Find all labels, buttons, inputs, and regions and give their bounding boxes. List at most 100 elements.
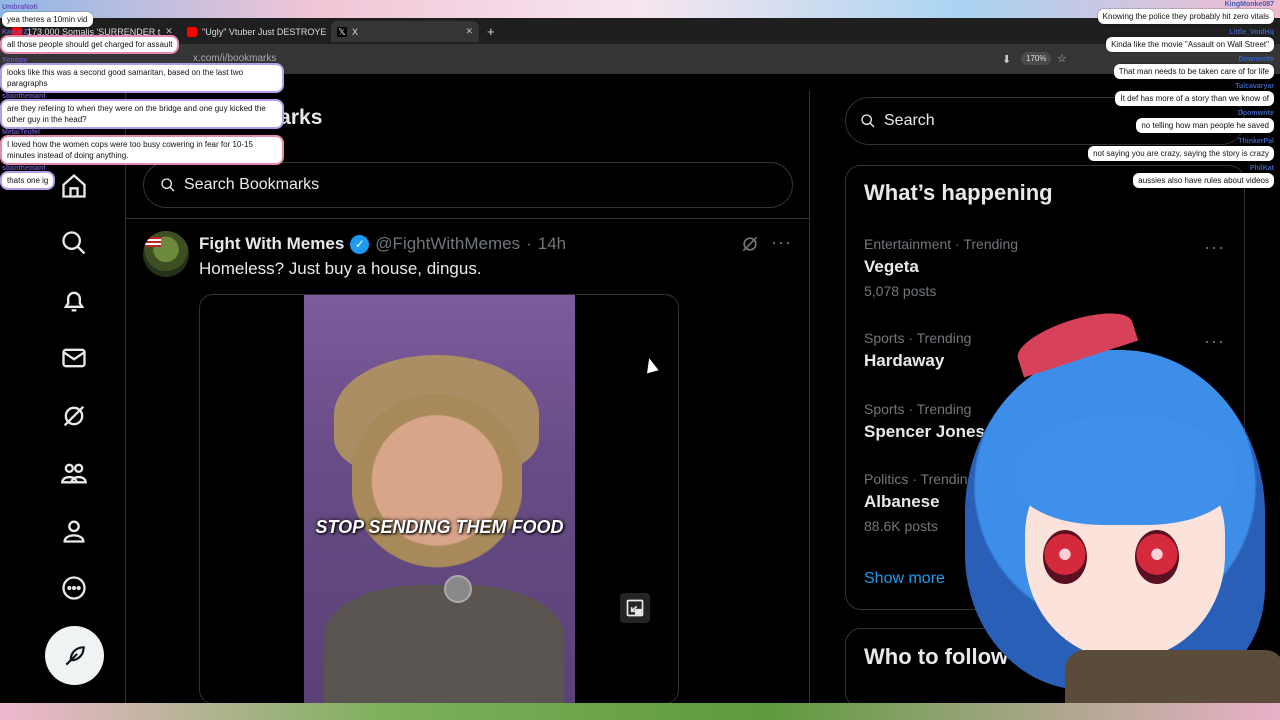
trend-category: Entertainment · Trending xyxy=(864,236,1019,252)
chat-message: sbanthemant thats one ig xyxy=(2,164,54,188)
trend-count: 5,078 posts xyxy=(864,283,937,299)
communities-icon[interactable] xyxy=(58,457,90,489)
tab-x[interactable]: 𝕏 X ✕ xyxy=(331,21,479,42)
video-figure-face xyxy=(352,365,522,575)
zoom-indicator[interactable]: 170% xyxy=(1021,52,1052,65)
home-icon[interactable] xyxy=(58,170,90,202)
chat-message: Doomwrite no telling how man people he s… xyxy=(1136,109,1274,133)
x-logo-icon: 𝕏 xyxy=(337,26,347,37)
chat-text: It def has more of a story than we know … xyxy=(1115,91,1274,106)
search-bookmarks-input[interactable]: Search Bookmarks xyxy=(143,162,793,208)
vtuber-eye-right xyxy=(1135,530,1179,584)
tab-label: X xyxy=(352,26,359,37)
chat-username: sbanthemant xyxy=(2,93,46,100)
chat-username: KaiserZ xyxy=(2,29,28,36)
author-name[interactable]: Fight With Memes xyxy=(199,234,344,254)
chat-message: Little_VoidHq Kinda like the movie "Assa… xyxy=(1106,28,1274,52)
flag-graphic xyxy=(145,237,161,247)
chat-text: not saying you are crazy, saying the sto… xyxy=(1088,146,1274,161)
vtuber-avatar-overlay xyxy=(955,302,1280,710)
chat-message: sbanthemant are they refering to when th… xyxy=(2,92,282,127)
author-avatar[interactable] xyxy=(143,231,189,277)
trend-name: Vegeta xyxy=(864,257,919,276)
divider xyxy=(125,218,809,219)
install-icon[interactable]: ⬇ xyxy=(1002,53,1011,66)
notifications-bell-icon[interactable] xyxy=(58,285,90,317)
chat-username: ThinkerPal xyxy=(1238,138,1274,145)
search-bookmarks-placeholder: Search Bookmarks xyxy=(184,176,320,193)
close-icon[interactable]: ✕ xyxy=(465,26,473,37)
grok-explain-icon[interactable] xyxy=(740,234,760,259)
chat-text: looks like this was a second good samari… xyxy=(2,65,282,91)
vtuber-fringe xyxy=(1015,415,1235,525)
chat-text: no telling how man people he saved xyxy=(1136,118,1274,133)
video-figure-body xyxy=(324,585,564,703)
author-handle[interactable]: @FightWithMemes xyxy=(375,234,520,254)
chat-username: Little_VoidHq xyxy=(1229,29,1274,36)
new-tab-button[interactable]: + xyxy=(487,24,495,39)
vtuber-body xyxy=(1065,650,1280,710)
post-time[interactable]: 14h xyxy=(538,234,566,254)
chat-username: MetalTeufel xyxy=(2,129,40,136)
messages-envelope-icon[interactable] xyxy=(58,342,90,374)
explore-search-icon[interactable] xyxy=(58,227,90,259)
tab-vtuber[interactable]: "Ugly" Vtuber Just DESTROYED ✕ xyxy=(181,21,327,42)
chat-message: KaiserZ all those people should get char… xyxy=(2,28,178,52)
post-text: Homeless? Just buy a house, dingus. xyxy=(199,259,482,278)
chat-text: Kinda like the movie "Assault on Wall St… xyxy=(1106,37,1274,52)
chat-username: UmbraNoti xyxy=(2,4,38,11)
chat-message: KingMonke087 Knowing the police they pro… xyxy=(1097,0,1274,24)
chat-text: thats one ig xyxy=(2,173,54,188)
chat-text: Knowing the police they probably hit zer… xyxy=(1097,9,1274,24)
chat-username: Tulcavaryar xyxy=(1235,83,1274,90)
vtuber-eye-left xyxy=(1043,530,1087,584)
trend-item[interactable]: Entertainment · Trending Vegeta 5,078 po… xyxy=(864,236,1018,299)
main-column-left-border xyxy=(125,90,126,703)
chat-message: Downwrite That man needs to be taken car… xyxy=(1113,55,1274,79)
post-video[interactable]: STOP SENDING THEM FOOD xyxy=(199,294,679,704)
chat-text: yea theres a 10min vid xyxy=(2,12,93,27)
chat-text: That man needs to be taken care of for l… xyxy=(1113,64,1274,79)
post-author-line: Fight With Memes ✓ @FightWithMemes · 14h xyxy=(199,234,566,254)
chat-text: I loved how the women cops were too busy… xyxy=(2,137,282,163)
chat-message: Tulcavaryar It def has more of a story t… xyxy=(1115,82,1274,106)
feather-icon xyxy=(65,645,85,665)
more-options-icon[interactable] xyxy=(58,572,90,604)
bookmark-star-icon[interactable]: ☆ xyxy=(1057,52,1067,65)
chat-text: all those people should get charged for … xyxy=(2,37,178,52)
post-more-icon[interactable]: ··· xyxy=(771,232,792,253)
stream-frame-bottom xyxy=(0,703,1280,720)
chat-username: Doomwrite xyxy=(1237,110,1274,117)
main-column-right-border xyxy=(809,90,810,703)
post-separator: · xyxy=(526,234,532,253)
profile-icon[interactable] xyxy=(58,515,90,547)
search-icon xyxy=(861,114,875,128)
verified-badge-icon: ✓ xyxy=(350,234,370,254)
chat-username: PhilKat xyxy=(1249,165,1274,172)
trend-more-icon[interactable]: ··· xyxy=(1204,237,1225,258)
microphone-graphic xyxy=(444,575,472,603)
chat-message: MetalTeufel I loved how the women cops w… xyxy=(2,128,282,163)
chat-text: are they refering to when they were on t… xyxy=(2,101,282,127)
video-frame[interactable]: STOP SENDING THEM FOOD xyxy=(304,295,575,703)
chat-username: sbanthemant xyxy=(2,165,46,172)
chat-username: KingMonke087 xyxy=(1224,1,1274,8)
video-caption: STOP SENDING THEM FOOD xyxy=(315,517,564,537)
chat-message: UmbraNoti yea theres a 10min vid xyxy=(2,3,93,27)
picture-in-picture-icon[interactable] xyxy=(620,593,650,623)
stream-frame-top xyxy=(0,0,1280,18)
chat-username: Xenopy xyxy=(2,57,28,64)
chat-message: ThinkerPal not saying you are crazy, say… xyxy=(1088,137,1274,161)
youtube-icon xyxy=(187,26,197,37)
tab-label: "Ugly" Vtuber Just DESTROYED xyxy=(202,26,327,37)
grok-icon[interactable] xyxy=(58,400,90,432)
whats-happening-title: What’s happening xyxy=(864,180,1053,205)
chat-message: PhilKat aussies also have rules about vi… xyxy=(1133,164,1274,188)
compose-post-button[interactable] xyxy=(45,626,104,685)
search-icon xyxy=(161,178,175,192)
show-more-link[interactable]: Show more xyxy=(864,570,945,588)
search-placeholder: Search xyxy=(884,112,935,129)
chat-message: Xenopy looks like this was a second good… xyxy=(2,56,282,91)
chat-text: aussies also have rules about videos xyxy=(1133,173,1274,188)
chat-username: Downwrite xyxy=(1238,56,1274,63)
